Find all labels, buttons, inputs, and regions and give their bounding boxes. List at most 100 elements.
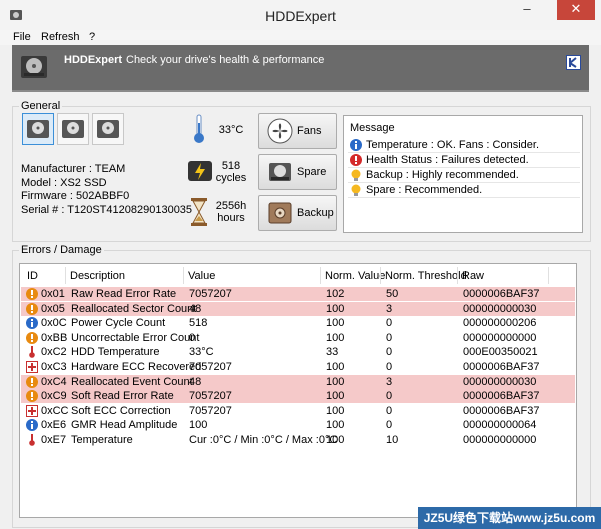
cell-norm-value: 33 (326, 346, 339, 359)
hdd-icon (62, 120, 84, 138)
message-text: Temperature : OK. Fans : Consider. (366, 139, 540, 151)
drive-button-2[interactable] (57, 113, 89, 145)
cycles-unit: cycles (215, 172, 247, 184)
fans-button[interactable]: Fans (258, 113, 337, 149)
banner-subtitle: Check your drive's health & performance (126, 54, 325, 66)
cell-id: 0x0C (41, 317, 67, 330)
cell-description: Raw Read Error Rate (71, 288, 177, 300)
spare-button[interactable]: Spare (258, 154, 337, 190)
cell-value: 7057207 (189, 288, 232, 300)
info-icon (350, 139, 362, 151)
cell-value: 518 (189, 317, 208, 330)
cell-raw: 000000000000 (463, 434, 537, 446)
message-item: Spare : Recommended. (348, 183, 580, 198)
cell-description: HDD Temperature (71, 346, 160, 359)
backup-label: Backup (297, 207, 334, 219)
general-label: General (19, 100, 63, 112)
cell-value: 33°C (189, 346, 214, 359)
col-header-norm-threshold[interactable]: Norm. Threshold (385, 270, 467, 282)
health-plus-icon (26, 361, 38, 373)
col-header-norm-value[interactable]: Norm. Value (325, 270, 385, 282)
menu-refresh[interactable]: Refresh (41, 31, 80, 43)
table-row[interactable]: 0x05 Reallocated Sector Count 48 100 3 000000… (21, 301, 575, 316)
cell-norm-value: 102 (326, 288, 345, 300)
cell-norm-value: 100 (326, 302, 345, 315)
k-logo-icon[interactable] (566, 55, 581, 70)
warning-icon (26, 302, 38, 315)
message-item: Health Status : Failures detected. (348, 153, 580, 168)
close-button[interactable]: ✕ (557, 0, 595, 20)
table-row[interactable]: 0xC4 Reallocated Event Count 48 100 3 0000000… (21, 374, 575, 389)
cell-id: 0xBB (41, 331, 68, 344)
health-plus-icon (26, 404, 38, 417)
cell-raw: 000000000206 (463, 317, 537, 330)
message-item: Temperature : OK. Fans : Consider. (348, 138, 580, 153)
menu-help[interactable]: ? (89, 31, 95, 43)
menu-file[interactable]: File (13, 31, 31, 43)
message-text: Spare : Recommended. (366, 184, 483, 196)
cell-norm-value: 100 (326, 361, 345, 373)
drive-button-3[interactable] (92, 113, 124, 145)
cell-norm-value: 100 (326, 375, 345, 388)
cell-raw: 0000006BAF37 (463, 361, 540, 373)
drive-button-1[interactable] (22, 113, 54, 145)
hdd-logo-icon (21, 56, 47, 78)
cell-norm-threshold: 3 (386, 302, 393, 315)
thermometer-icon (194, 114, 204, 143)
errors-label: Errors / Damage (19, 244, 104, 256)
cell-description: Soft ECC Correction (71, 404, 171, 417)
cell-norm-threshold: 3 (386, 375, 393, 388)
hours-unit: hours (217, 212, 245, 224)
hours-value: 2556h (215, 200, 247, 212)
minimize-button[interactable]: – (514, 0, 540, 20)
model-text: Model : XS2 SSD (21, 177, 107, 189)
cell-norm-threshold: 0 (386, 331, 393, 344)
message-title: Message (350, 122, 395, 134)
table-row[interactable]: 0xCC Soft ECC Correction 7057207 100 0 000000… (21, 404, 575, 418)
cell-value: 100 (189, 419, 208, 432)
fans-label: Fans (297, 125, 322, 137)
cell-norm-threshold: 50 (386, 288, 399, 300)
col-header-id[interactable]: ID (27, 270, 38, 282)
backup-button[interactable]: Backup (258, 195, 337, 231)
table-row[interactable]: 0xC2 HDD Temperature 33°C 33 0 000E00350021 (21, 345, 575, 359)
watermark: JZ5U绿色下载站www.jz5u.com (418, 507, 601, 529)
window-title: HDDExpert (265, 8, 336, 24)
cell-value: 48 (189, 375, 202, 388)
cell-norm-value: 100 (326, 404, 345, 417)
table-row[interactable]: 0x0C Power Cycle Count 518 100 0 000000000206 (21, 316, 575, 330)
table-row[interactable]: 0x01 Raw Read Error Rate 7057207 102 50 00000… (21, 287, 575, 301)
message-text: Backup : Highly recommended. (366, 169, 519, 181)
safe-icon (268, 202, 292, 224)
menu-bar: File Refresh ? (0, 30, 601, 45)
col-header-value[interactable]: Value (188, 270, 215, 282)
hdd-icon (27, 120, 49, 138)
firmware-text: Firmware : 502ABBF0 (21, 190, 130, 202)
info-icon (26, 419, 38, 432)
cell-id: 0xC9 (41, 390, 67, 403)
table-row[interactable]: 0xC3 Hardware ECC Recovered 7057207 100 0 000… (21, 360, 575, 374)
message-text: Health Status : Failures detected. (366, 154, 529, 166)
table-row[interactable]: 0xE7 Temperature Cur :0°C / Min :0°C / Max… (21, 433, 575, 447)
serial-text: Serial # : T120ST41208290130035 (21, 204, 193, 216)
warning-icon (26, 331, 38, 344)
cell-norm-threshold: 0 (386, 361, 393, 373)
lightbulb-icon (351, 169, 361, 181)
table-row[interactable]: 0xBB Uncorrectable Error Count 0 100 0 000000… (21, 331, 575, 345)
table-row[interactable]: 0xC9 Soft Read Error Rate 7057207 100 0 00000… (21, 389, 575, 404)
col-header-description[interactable]: Description (70, 270, 125, 282)
cell-id: 0xC3 (41, 361, 67, 373)
cell-id: 0xC2 (41, 346, 67, 359)
table-row[interactable]: 0xE6 GMR Head Amplitude 100 100 0 00000000006… (21, 418, 575, 432)
cell-value: Cur :0°C / Min :0°C / Max :0°C (189, 434, 338, 446)
cell-description: Soft Read Error Rate (71, 390, 174, 403)
cell-norm-value: 100 (326, 419, 345, 432)
cell-description: Temperature (71, 434, 133, 446)
cell-norm-threshold: 0 (386, 390, 393, 403)
cell-norm-threshold: 0 (386, 419, 393, 432)
spare-drive-icon (269, 163, 291, 181)
manufacturer-text: Manufacturer : TEAM (21, 163, 126, 175)
cell-id: 0xCC (41, 404, 69, 417)
cell-raw: 000000000000 (463, 331, 537, 344)
col-header-raw[interactable]: Raw (462, 270, 484, 282)
